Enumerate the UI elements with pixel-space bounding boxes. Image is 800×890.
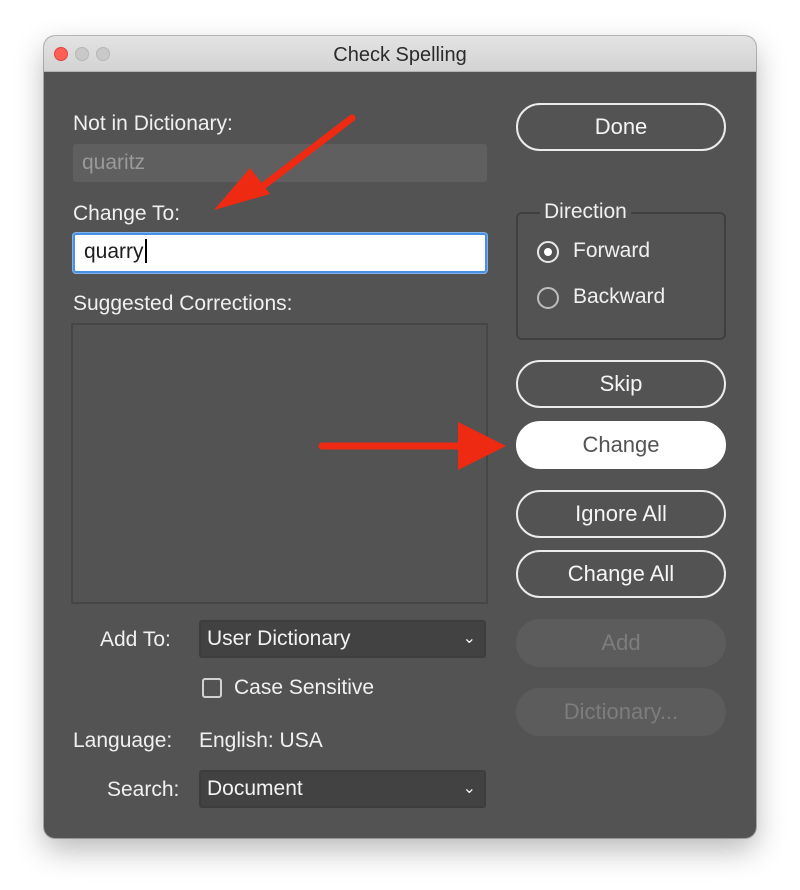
arrow-to-change-button-icon [318,422,506,470]
arrow-to-change-to-icon [214,114,356,210]
annotation-arrows [214,114,506,470]
